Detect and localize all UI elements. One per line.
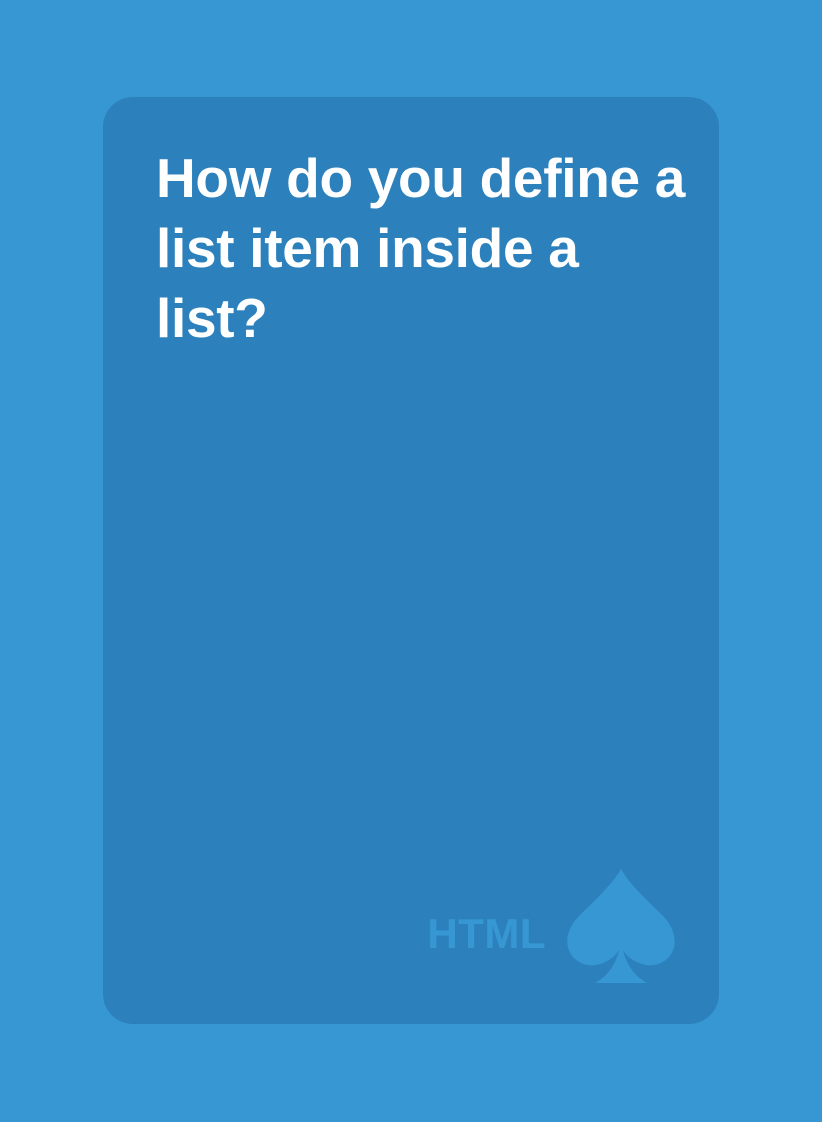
question-text: How do you define a list item inside a l… [156,147,686,349]
page: How do you define a list item inside a l… [0,0,822,1122]
flash-card[interactable]: How do you define a list item inside a l… [103,97,719,1024]
category-label: HTML [427,910,546,957]
spade-icon [566,867,676,989]
